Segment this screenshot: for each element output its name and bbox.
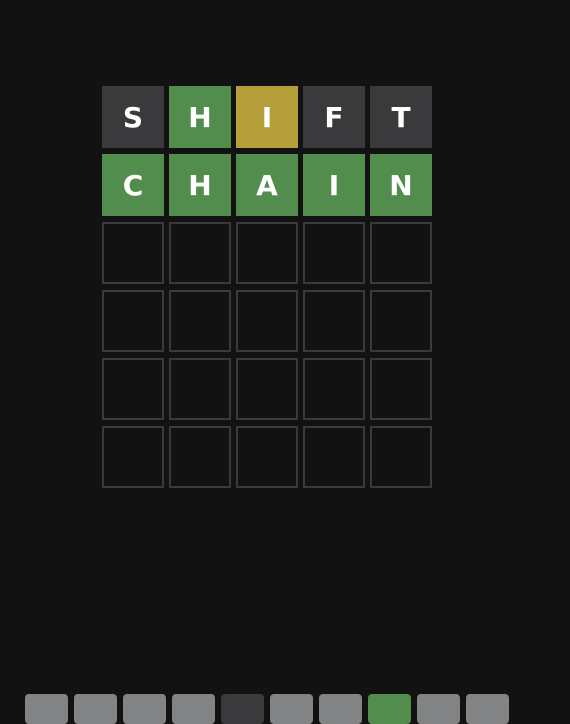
letter-tile: T [370,86,432,148]
keyboard-key[interactable] [466,694,509,724]
game-board: SHIFTCHAIN [102,86,432,488]
letter-tile: C [102,154,164,216]
keyboard-key[interactable] [221,694,264,724]
empty-tile [236,426,298,488]
empty-tile [169,358,231,420]
empty-tile [236,290,298,352]
letter-tile: H [169,154,231,216]
empty-tile [370,426,432,488]
empty-tile [236,222,298,284]
letter-tile: I [303,154,365,216]
keyboard-key[interactable] [172,694,215,724]
keyboard-key[interactable] [417,694,460,724]
keyboard-key[interactable] [123,694,166,724]
empty-tile [102,358,164,420]
empty-tile [236,358,298,420]
letter-tile: N [370,154,432,216]
empty-tile [303,358,365,420]
letter-tile: H [169,86,231,148]
empty-tile [303,222,365,284]
keyboard-key[interactable] [270,694,313,724]
empty-tile [303,426,365,488]
empty-tile [169,426,231,488]
letter-tile: S [102,86,164,148]
letter-tile: F [303,86,365,148]
empty-tile [102,426,164,488]
keyboard-key[interactable] [319,694,362,724]
keyboard-key[interactable] [74,694,117,724]
on-screen-keyboard-top-row [25,694,509,724]
empty-tile [370,290,432,352]
empty-tile [102,290,164,352]
letter-tile: A [236,154,298,216]
empty-tile [370,358,432,420]
empty-tile [370,222,432,284]
empty-tile [303,290,365,352]
empty-tile [102,222,164,284]
empty-tile [169,222,231,284]
letter-tile: I [236,86,298,148]
empty-tile [169,290,231,352]
keyboard-key[interactable] [25,694,68,724]
keyboard-key[interactable] [368,694,411,724]
